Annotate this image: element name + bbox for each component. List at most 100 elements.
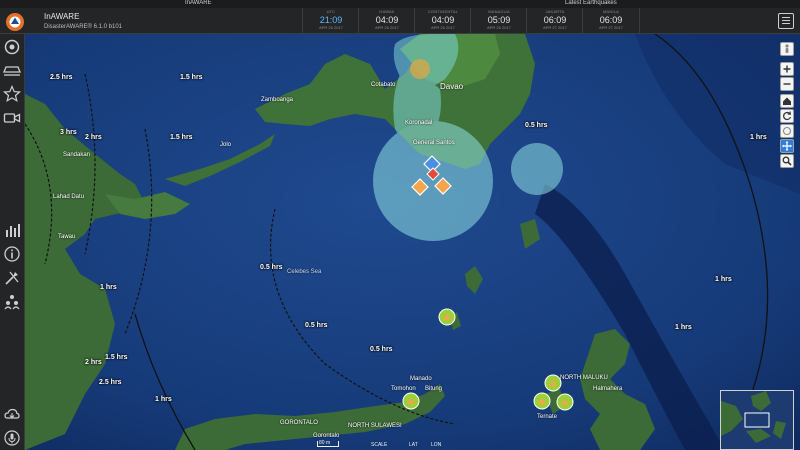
clock-label: UTC (326, 9, 336, 14)
rotate-icon (782, 126, 792, 136)
plus-icon (783, 65, 791, 73)
info-icon[interactable] (2, 244, 22, 264)
clock-label: HAWAII (379, 9, 395, 14)
clock-time: 04:09 (431, 15, 455, 25)
inaware-logo-icon[interactable] (5, 12, 25, 32)
place-label: Koronadal (405, 120, 433, 126)
isochrone-label: 1.5 hrs (105, 354, 128, 361)
isochrone-label: 1 hrs (155, 396, 172, 403)
menu-line (782, 20, 790, 21)
place-label: Halmahera (593, 386, 623, 392)
clock-date: APR 26 2017 (431, 25, 455, 30)
star-icon[interactable] (2, 84, 22, 104)
move-icon (782, 141, 792, 151)
clock-time: 21:09 (319, 15, 343, 25)
window-title-secondary: Latest Earthquakes (565, 0, 617, 6)
shake-zone (410, 59, 430, 79)
place-label: NORTH SULAWESI (348, 423, 402, 429)
menu-line (782, 23, 790, 24)
clock-label: MANAGUA (488, 9, 510, 14)
place-label: Bitung (425, 386, 443, 392)
clock-time: 06:09 (543, 15, 567, 25)
reset-view-button[interactable] (780, 124, 794, 138)
clock-date: APR 27 2017 (599, 25, 623, 30)
zoom-out-button[interactable] (780, 77, 794, 91)
shake-intensity (410, 59, 430, 79)
clock-label: JAKARTA (545, 9, 565, 14)
isochrone-label: 2 hrs (85, 359, 102, 366)
isochrone-label: 1 hrs (675, 324, 692, 331)
window-titlebar: InAWARE Latest Earthquakes (0, 0, 800, 8)
video-icon[interactable] (2, 108, 22, 128)
people-icon[interactable] (2, 292, 22, 312)
clock-continental[interactable]: CONTINENTAL 04:09 APR 26 2017 (414, 8, 471, 33)
isochrone-label: 1 hrs (100, 284, 117, 291)
place-label: NORTH MALUKU (560, 375, 608, 381)
magnifier-icon (782, 156, 792, 166)
microphone-icon[interactable] (2, 428, 22, 448)
menu-button[interactable] (778, 13, 794, 29)
refresh-button[interactable] (780, 109, 794, 123)
isochrone-label: 0.5 hrs (525, 122, 548, 129)
pegman-icon (785, 44, 789, 53)
zoom-box-button[interactable] (780, 154, 794, 168)
place-label: Ternate (537, 414, 558, 420)
street-view-button[interactable] (780, 42, 794, 56)
place-label: Zamboanga (261, 97, 294, 103)
left-toolbar (0, 34, 25, 450)
home-button[interactable] (780, 94, 794, 108)
longitude-label: LON (431, 442, 442, 448)
isochrone-label: 1.5 hrs (170, 134, 193, 141)
clock-time: 06:09 (599, 15, 623, 25)
clock-manila[interactable]: MANILA 06:09 APR 27 2017 (582, 8, 640, 33)
place-label: Sandakan (63, 152, 91, 158)
overview-map[interactable] (720, 390, 794, 450)
isochrone-label: 0.5 hrs (370, 346, 393, 353)
place-label: Cotabato (371, 82, 396, 88)
place-label: GORONTALO (280, 420, 318, 426)
analytics-icon[interactable] (2, 220, 22, 240)
scale-distance: 80 m (319, 440, 331, 446)
clock-label: MANILA (602, 9, 620, 14)
place-label: Lahad Datu (53, 194, 85, 200)
scale-bar: 80 m SCALE LAT LON (317, 440, 557, 449)
clock-managua[interactable]: MANAGUA 05:09 APR 26 2017 (470, 8, 527, 33)
clock-date: APR 27 2017 (543, 25, 567, 30)
isochrone-label: 2.5 hrs (50, 74, 73, 81)
tools-icon[interactable] (2, 268, 22, 288)
clock-jakarta[interactable]: JAKARTA 06:09 APR 27 2017 (526, 8, 583, 33)
clock-utc[interactable]: UTC 21:09 APR 26 2017 (302, 8, 359, 33)
clock-time: 04:09 (375, 15, 399, 25)
isochrone-label: 2.5 hrs (99, 379, 122, 386)
overview-map-canvas (721, 391, 793, 449)
refresh-icon (783, 111, 792, 121)
latitude-label: LAT (409, 442, 418, 448)
earthquake-impact-zone[interactable] (373, 121, 493, 241)
window-title: InAWARE (185, 0, 212, 6)
clock-time: 05:09 (487, 15, 511, 25)
top-bar: InAWARE DisasterAWARE® 6.1.0 b101 UTC 21… (0, 8, 800, 34)
pan-button[interactable] (780, 139, 794, 153)
isochrone-label: 3 hrs (60, 129, 77, 136)
isochrone-label: 1.5 hrs (180, 74, 203, 81)
zoom-in-button[interactable] (780, 62, 794, 76)
clock-label: CONTINENTAL (427, 9, 459, 14)
place-label: Manado (410, 376, 432, 382)
map-view[interactable]: Zamboanga Cotabato Davao Koronadal Gener… (25, 34, 800, 450)
download-icon[interactable] (2, 404, 22, 424)
place-label: Gorontalo (313, 433, 340, 439)
menu-line (782, 17, 790, 18)
place-label: Davao (440, 82, 464, 91)
place-label: Tawau (58, 234, 76, 240)
place-label: Tomohon (391, 386, 416, 392)
earthquake-impact-zone[interactable] (511, 143, 563, 195)
app-name: InAWARE (44, 12, 80, 21)
place-label: Jolo (220, 142, 232, 148)
hazards-icon[interactable] (2, 37, 22, 57)
minus-icon (783, 83, 791, 85)
layers-icon[interactable] (2, 60, 22, 80)
isochrone-label: 1 hrs (750, 134, 767, 141)
home-icon (783, 97, 791, 105)
place-label: Celebes Sea (287, 269, 322, 275)
clock-hawaii[interactable]: HAWAII 04:09 APR 26 2017 (358, 8, 415, 33)
